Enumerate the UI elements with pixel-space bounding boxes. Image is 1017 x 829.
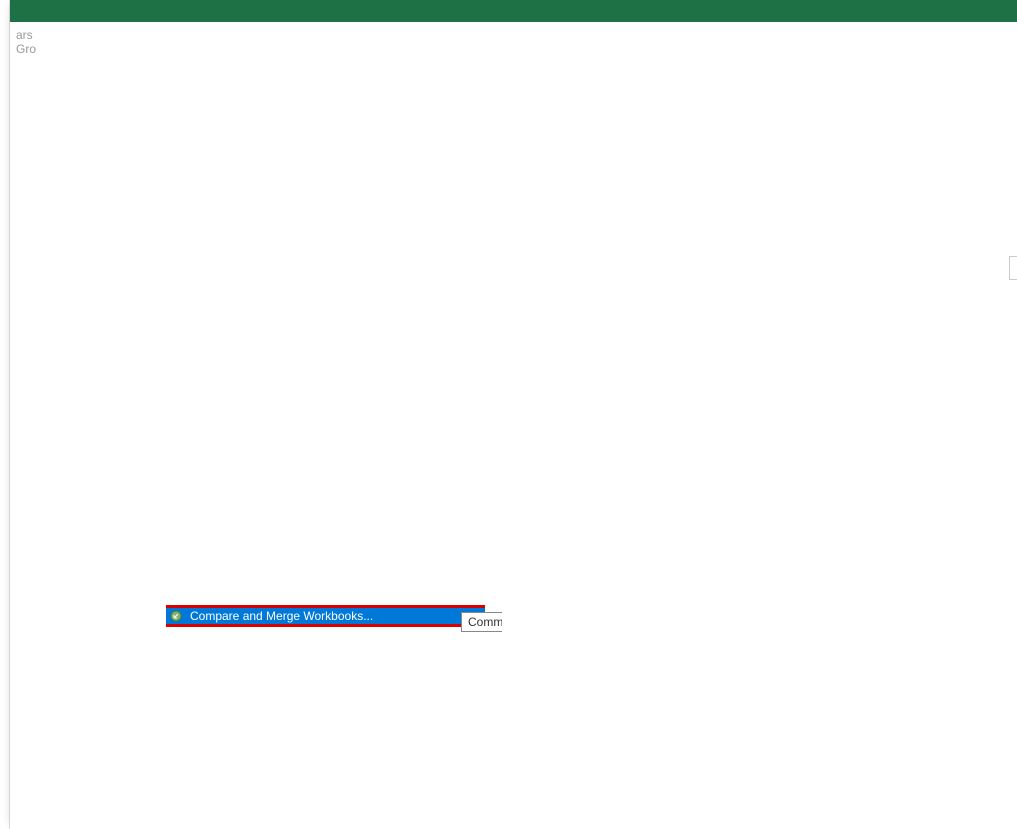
merge-icon [168,608,184,624]
bg-button-fragment [1009,256,1017,280]
command-label: Compare and Merge Workbooks... [190,609,467,623]
bg-text: Gro [16,42,1011,56]
bg-text: ars [16,28,1011,42]
command-item[interactable]: Compare and Merge Workbooks... [166,608,485,624]
tooltip: Commands Not in the Ribbon | Comma (Comm… [461,612,503,632]
selected-command-frame: Compare and Merge Workbooks... [166,605,485,627]
